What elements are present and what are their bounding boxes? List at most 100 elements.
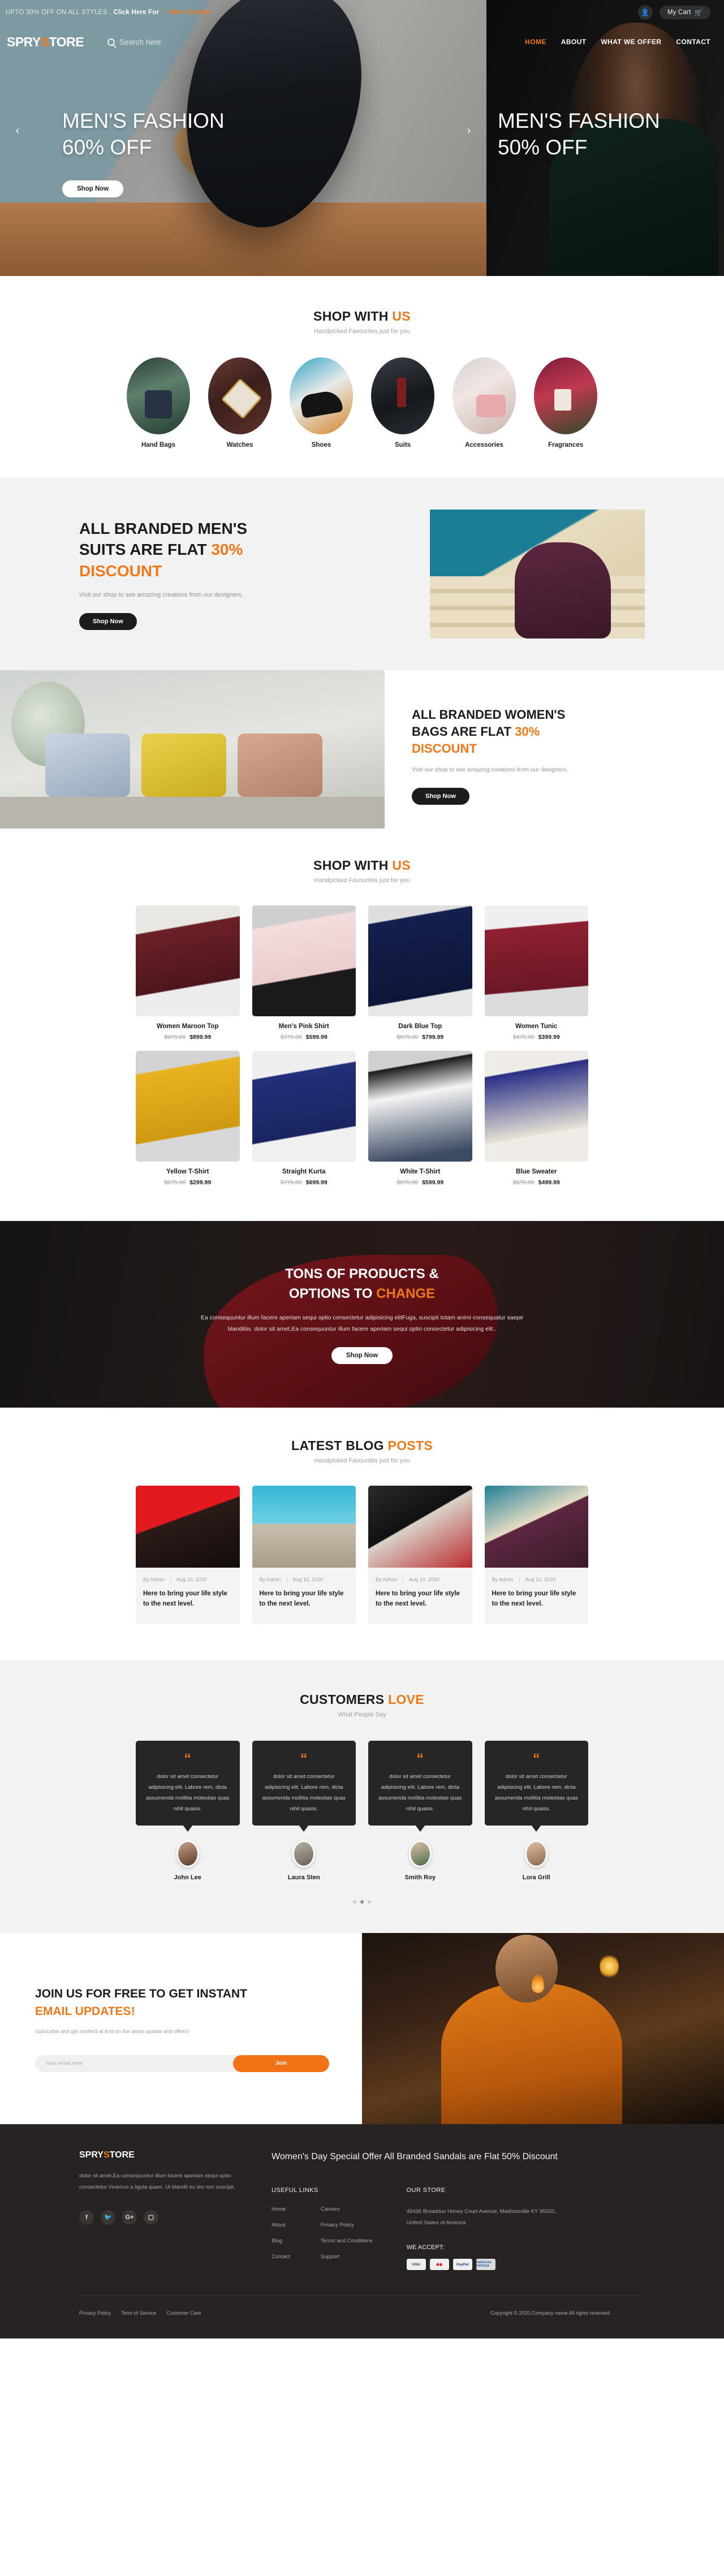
hero-headline-line1: MEN'S FASHION	[62, 109, 225, 132]
logo-pre: SPRY	[7, 34, 41, 49]
blog-post-title[interactable]: Here to bring your life style to the nex…	[143, 1589, 232, 1610]
footer-bottom-links: Privacy Policy Term of Service Customer …	[79, 2310, 201, 2316]
categories-title-accent: US	[392, 309, 411, 323]
blog-post-title[interactable]: Here to bring your life style to the nex…	[376, 1589, 465, 1610]
womens-banner-shop-now-button[interactable]: Shop Now	[412, 787, 469, 805]
product-card[interactable]: Blue Sweater $575.00 $499.99	[484, 1051, 588, 1186]
newsletter-email-input[interactable]	[35, 2055, 233, 2072]
blog-meta: By Admin Aug 10, 2020	[260, 1577, 349, 1582]
product-image	[136, 1051, 240, 1162]
twitter-icon[interactable]: 🐦	[101, 2210, 115, 2225]
footer-right-column: Women's Day Special Offer All Branded Sa…	[272, 2150, 645, 2271]
avatar	[292, 1840, 316, 1867]
nav-item-home[interactable]: HOME	[525, 38, 546, 46]
product-image	[368, 905, 472, 1016]
footer-link-about[interactable]: About	[272, 2222, 290, 2228]
my-cart-button[interactable]: My Cart 🛒	[659, 6, 710, 19]
womens-banner-bag-tan	[238, 733, 322, 797]
category-item-suits[interactable]: Suits	[371, 357, 434, 448]
testimonials-title-main: CUSTOMERS	[300, 1692, 385, 1707]
footer-link-home[interactable]: Home	[272, 2206, 290, 2212]
category-image-hand-bags	[127, 357, 190, 434]
category-item-fragrances[interactable]: Fragrances	[534, 357, 597, 448]
hero-next-button[interactable]: ›	[462, 123, 476, 138]
carousel-dot-1[interactable]	[353, 1900, 356, 1904]
blog-card[interactable]: By Admin Aug 10, 2020 Here to bring your…	[368, 1486, 472, 1624]
womens-heading-discount: DISCOUNT	[412, 741, 477, 756]
avatar	[525, 1840, 548, 1867]
mens-banner-shop-now-button[interactable]: Shop Now	[79, 612, 137, 630]
instagram-icon[interactable]: ▢	[144, 2210, 158, 2225]
hero-prev-button[interactable]: ‹	[10, 123, 25, 138]
promo-more-details-link[interactable]: More Details	[170, 9, 210, 16]
product-old-price: $775.00	[280, 1034, 302, 1041]
blog-meta-divider	[519, 1577, 520, 1582]
footer-bottom-bar: Privacy Policy Term of Service Customer …	[79, 2295, 645, 2338]
product-card[interactable]: Straight Kurta $775.00 $699.99	[252, 1051, 356, 1186]
footer-link-blog[interactable]: Blog	[272, 2238, 290, 2244]
blog-card[interactable]: By Admin Aug 10, 2020 Here to bring your…	[484, 1486, 588, 1624]
product-old-price: $575.00	[164, 1179, 186, 1186]
products-section: SHOP WITH US Handpicked Favourites just …	[0, 829, 724, 1221]
blog-title: LATEST BLOG POSTS	[0, 1438, 724, 1453]
product-card[interactable]: Women Tunic $475.00 $399.99	[484, 905, 588, 1041]
mens-banner-text: ALL BRANDED MEN'S SUITS ARE FLAT 30% DIS…	[79, 518, 385, 630]
product-card[interactable]: Yellow T-Shirt $575.00 $299.99	[136, 1051, 240, 1186]
facebook-icon[interactable]: f	[79, 2210, 94, 2225]
newsletter-join-button[interactable]: Join	[233, 2055, 329, 2072]
testimonial-author: Smith Roy	[404, 1874, 436, 1881]
search-box[interactable]	[107, 37, 205, 46]
footer-link-contact[interactable]: Contact	[272, 2254, 290, 2260]
carousel-dot-3[interactable]	[368, 1900, 371, 1904]
footer-bottom-term-of-service[interactable]: Term of Service	[121, 2310, 157, 2316]
footer-bottom-privacy-policy[interactable]: Privacy Policy	[79, 2310, 111, 2316]
blog-card[interactable]: By Admin Aug 10, 2020 Here to bring your…	[136, 1486, 240, 1624]
carousel-dot-2[interactable]	[360, 1900, 364, 1904]
testimonial-card: “ dolor sit amet consectetur adipisicing…	[136, 1740, 240, 1881]
category-item-watches[interactable]: Watches	[208, 357, 272, 448]
footer-bottom-customer-care[interactable]: Customer Care	[167, 2310, 201, 2316]
google-plus-icon[interactable]: G+	[122, 2210, 137, 2225]
footer-link-privacy-policy[interactable]: Privacy Policy	[321, 2222, 373, 2228]
site-logo[interactable]: SPRYSTORE	[0, 34, 84, 50]
footer-link-support[interactable]: Support	[321, 2254, 373, 2260]
nav-item-about[interactable]: ABOUT	[561, 38, 587, 46]
hero-shop-now-button[interactable]: Shop Now	[62, 180, 124, 197]
newsletter-model-head	[495, 1934, 558, 2003]
footer-link-careers[interactable]: Careers	[321, 2206, 373, 2212]
product-card[interactable]: Women Maroon Top $975.00 $899.99	[136, 905, 240, 1041]
mens-banner-description: Visit our shop to see amazing creations …	[79, 591, 243, 598]
search-input[interactable]	[119, 37, 205, 46]
promo-parallax-section: TONS OF PRODUCTS & OPTIONS TO CHANGE Ea …	[0, 1221, 724, 1408]
blog-body: By Admin Aug 10, 2020 Here to bring your…	[252, 1568, 356, 1624]
category-label: Accessories	[465, 442, 503, 448]
footer-logo[interactable]: SPRYSTORE	[79, 2150, 249, 2160]
product-card[interactable]: Men's Pink Shirt $775.00 $599.99	[252, 905, 356, 1041]
product-card[interactable]: White T-Shirt $675.00 $599.99	[368, 1051, 472, 1186]
nav-item-contact[interactable]: CONTACT	[676, 38, 710, 46]
parallax-shop-now-button[interactable]: Shop Now	[331, 1347, 393, 1365]
user-icon[interactable]: 👤	[637, 5, 653, 20]
category-item-accessories[interactable]: Accessories	[453, 357, 516, 448]
womens-banner-description: Visit our shop to see amazing creations …	[412, 766, 568, 773]
category-label: Fragrances	[548, 442, 583, 448]
category-image-suits	[371, 357, 434, 434]
product-card[interactable]: Dark Blue Top $875.00 $799.99	[368, 905, 472, 1041]
category-item-shoes[interactable]: Shoes	[290, 357, 353, 448]
nav-item-what-we-offer[interactable]: WHAT WE OFFER	[601, 38, 661, 46]
product-price: $975.00 $899.99	[136, 1034, 240, 1041]
category-item-hand-bags[interactable]: Hand Bags	[127, 357, 190, 448]
mens-banner-inner: ALL BRANDED MEN'S SUITS ARE FLAT 30% DIS…	[79, 510, 645, 638]
product-image	[136, 905, 240, 1016]
promo-click-here[interactable]: Click Here For	[113, 9, 159, 16]
blog-post-title[interactable]: Here to bring your life style to the nex…	[492, 1589, 581, 1610]
category-label: Hand Bags	[141, 442, 176, 448]
testimonial-author: Laura Sten	[287, 1874, 320, 1881]
blog-card[interactable]: By Admin Aug 10, 2020 Here to bring your…	[252, 1486, 356, 1624]
blog-image	[368, 1486, 472, 1568]
parallax-heading-line1: TONS OF PRODUCTS &	[285, 1266, 439, 1281]
category-image-shoes	[290, 357, 353, 434]
blog-post-title[interactable]: Here to bring your life style to the nex…	[260, 1589, 349, 1610]
product-image	[252, 1051, 356, 1162]
footer-link-terms[interactable]: Terms and Conditions	[321, 2238, 373, 2244]
